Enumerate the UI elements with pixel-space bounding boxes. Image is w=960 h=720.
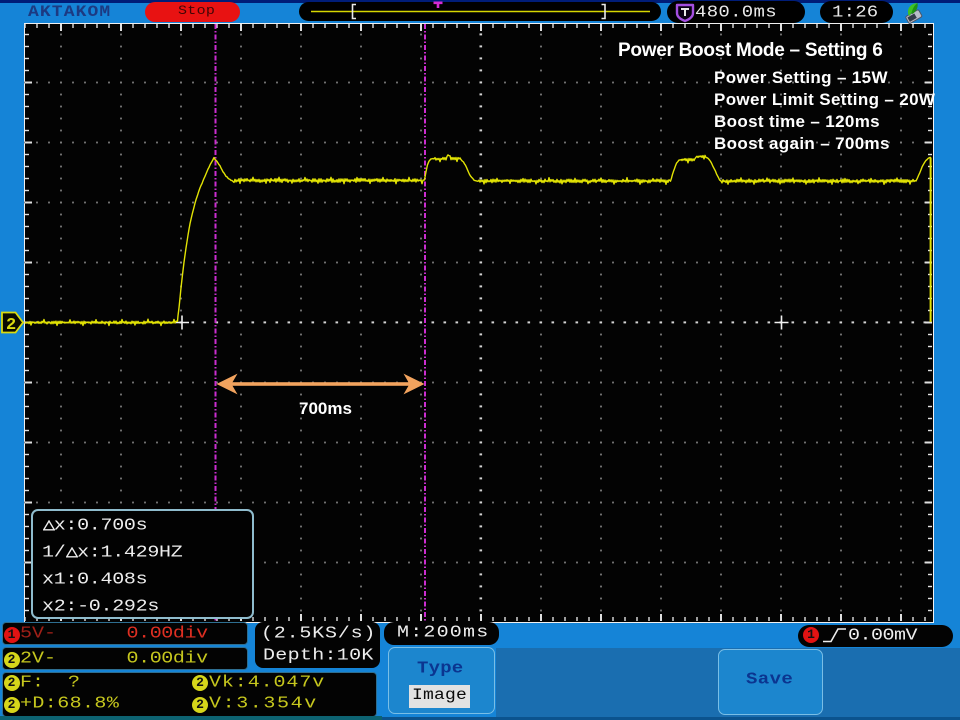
svg-text:2: 2 xyxy=(6,316,16,335)
